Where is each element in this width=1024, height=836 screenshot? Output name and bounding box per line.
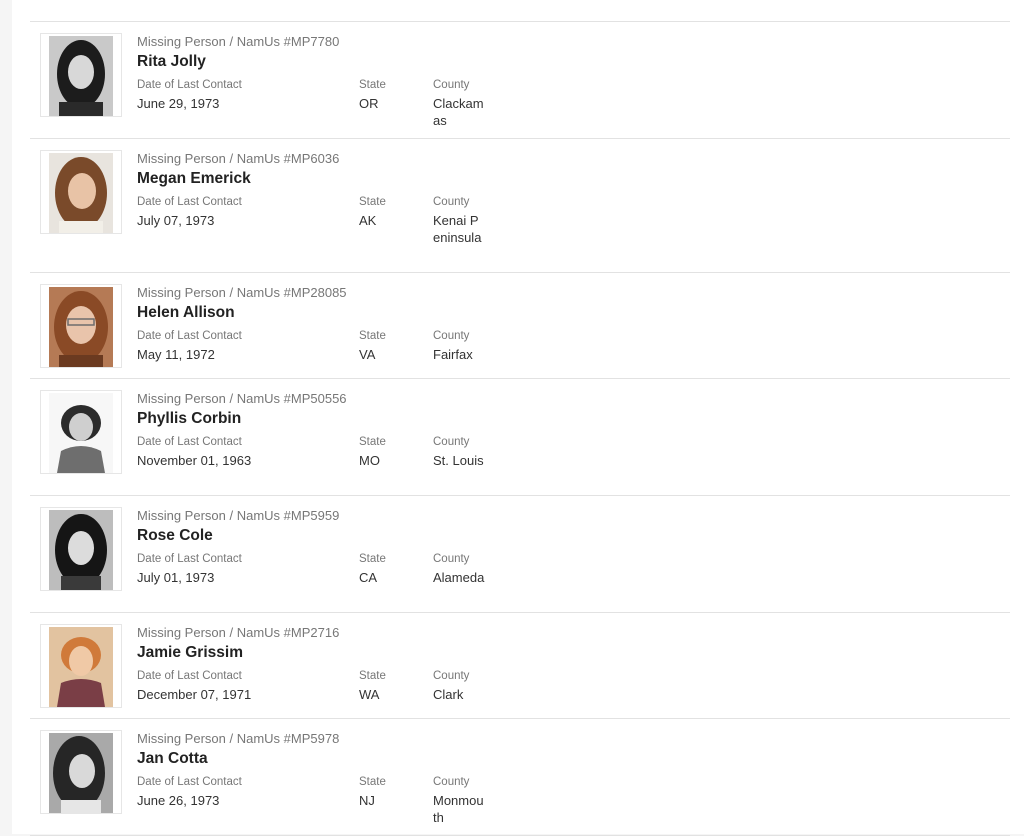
person-photo[interactable] <box>40 624 122 708</box>
county-value: Fairfax <box>433 347 473 362</box>
case-caption[interactable]: Missing Person / NamUs #MP5978 <box>137 731 339 746</box>
date-label: Date of Last Contact <box>137 436 242 448</box>
person-name[interactable]: Jan Cotta <box>137 750 208 768</box>
state-value: MO <box>359 453 380 468</box>
date-value: July 01, 1973 <box>137 570 215 585</box>
county-label: County <box>433 670 470 682</box>
state-value: NJ <box>359 793 375 808</box>
county-value: Alameda <box>433 570 485 585</box>
state-label: State <box>359 670 386 682</box>
person-name[interactable]: Rita Jolly <box>137 53 206 71</box>
date-value: June 26, 1973 <box>137 793 220 808</box>
person-photo[interactable] <box>40 390 122 474</box>
state-label: State <box>359 776 386 788</box>
date-value: November 01, 1963 <box>137 453 252 468</box>
state-value: WA <box>359 687 380 702</box>
case-card[interactable]: Missing Person / NamUs #MP6036 Megan Eme… <box>30 139 1010 273</box>
person-photo[interactable] <box>40 730 122 814</box>
state-label: State <box>359 330 386 342</box>
person-photo[interactable] <box>40 507 122 591</box>
case-card[interactable]: Missing Person / NamUs #MP50556 Phyllis … <box>30 379 1010 496</box>
person-name[interactable]: Helen Allison <box>137 304 235 322</box>
case-card[interactable]: Missing Person / NamUs #MP7780 Rita Joll… <box>30 22 1010 139</box>
county-value: St. Louis <box>433 453 484 468</box>
date-value: June 29, 1973 <box>137 96 220 111</box>
person-name[interactable]: Phyllis Corbin <box>137 410 241 428</box>
date-label: Date of Last Contact <box>137 553 242 565</box>
date-value: December 07, 1971 <box>137 687 252 702</box>
person-photo[interactable] <box>40 284 122 368</box>
case-card[interactable]: Missing Person / NamUs #MP5978 Jan Cotta… <box>30 719 1010 836</box>
county-label: County <box>433 436 470 448</box>
case-caption[interactable]: Missing Person / NamUs #MP5959 <box>137 508 339 523</box>
case-caption[interactable]: Missing Person / NamUs #MP7780 <box>137 34 339 49</box>
results-page: Missing Person / NamUs #MP7780 Rita Joll… <box>12 0 1024 836</box>
county-value: Clark <box>433 687 464 702</box>
date-label: Date of Last Contact <box>137 196 242 208</box>
case-caption[interactable]: Missing Person / NamUs #MP28085 <box>137 285 347 300</box>
person-photo[interactable] <box>40 33 122 117</box>
state-label: State <box>359 436 386 448</box>
state-label: State <box>359 553 386 565</box>
date-value: July 07, 1973 <box>137 213 215 228</box>
state-label: State <box>359 196 386 208</box>
county-value: Monmouth <box>433 793 484 825</box>
case-card[interactable]: Missing Person / NamUs #MP2716 Jamie Gri… <box>30 613 1010 719</box>
date-label: Date of Last Contact <box>137 670 242 682</box>
county-label: County <box>433 776 470 788</box>
state-value: AK <box>359 213 377 228</box>
date-label: Date of Last Contact <box>137 776 242 788</box>
date-value: May 11, 1972 <box>137 347 215 362</box>
county-value: Kenai Peninsula <box>433 213 482 245</box>
county-label: County <box>433 330 470 342</box>
county-label: County <box>433 196 470 208</box>
state-value: CA <box>359 570 378 585</box>
date-label: Date of Last Contact <box>137 330 242 342</box>
person-name[interactable]: Megan Emerick <box>137 170 251 188</box>
case-card[interactable]: Missing Person / NamUs #MP5959 Rose Cole… <box>30 496 1010 613</box>
case-caption[interactable]: Missing Person / NamUs #MP2716 <box>137 625 339 640</box>
county-label: County <box>433 553 470 565</box>
state-value: VA <box>359 347 376 362</box>
date-label: Date of Last Contact <box>137 79 242 91</box>
case-list: Missing Person / NamUs #MP7780 Rita Joll… <box>30 21 1010 836</box>
county-label: County <box>433 79 470 91</box>
person-name[interactable]: Jamie Grissim <box>137 644 243 662</box>
county-value: Clackamas <box>433 96 484 128</box>
state-label: State <box>359 79 386 91</box>
person-name[interactable]: Rose Cole <box>137 527 213 545</box>
case-caption[interactable]: Missing Person / NamUs #MP50556 <box>137 391 347 406</box>
case-card[interactable]: Missing Person / NamUs #MP28085 Helen Al… <box>30 273 1010 379</box>
state-value: OR <box>359 96 379 111</box>
case-caption[interactable]: Missing Person / NamUs #MP6036 <box>137 151 339 166</box>
person-photo[interactable] <box>40 150 122 234</box>
